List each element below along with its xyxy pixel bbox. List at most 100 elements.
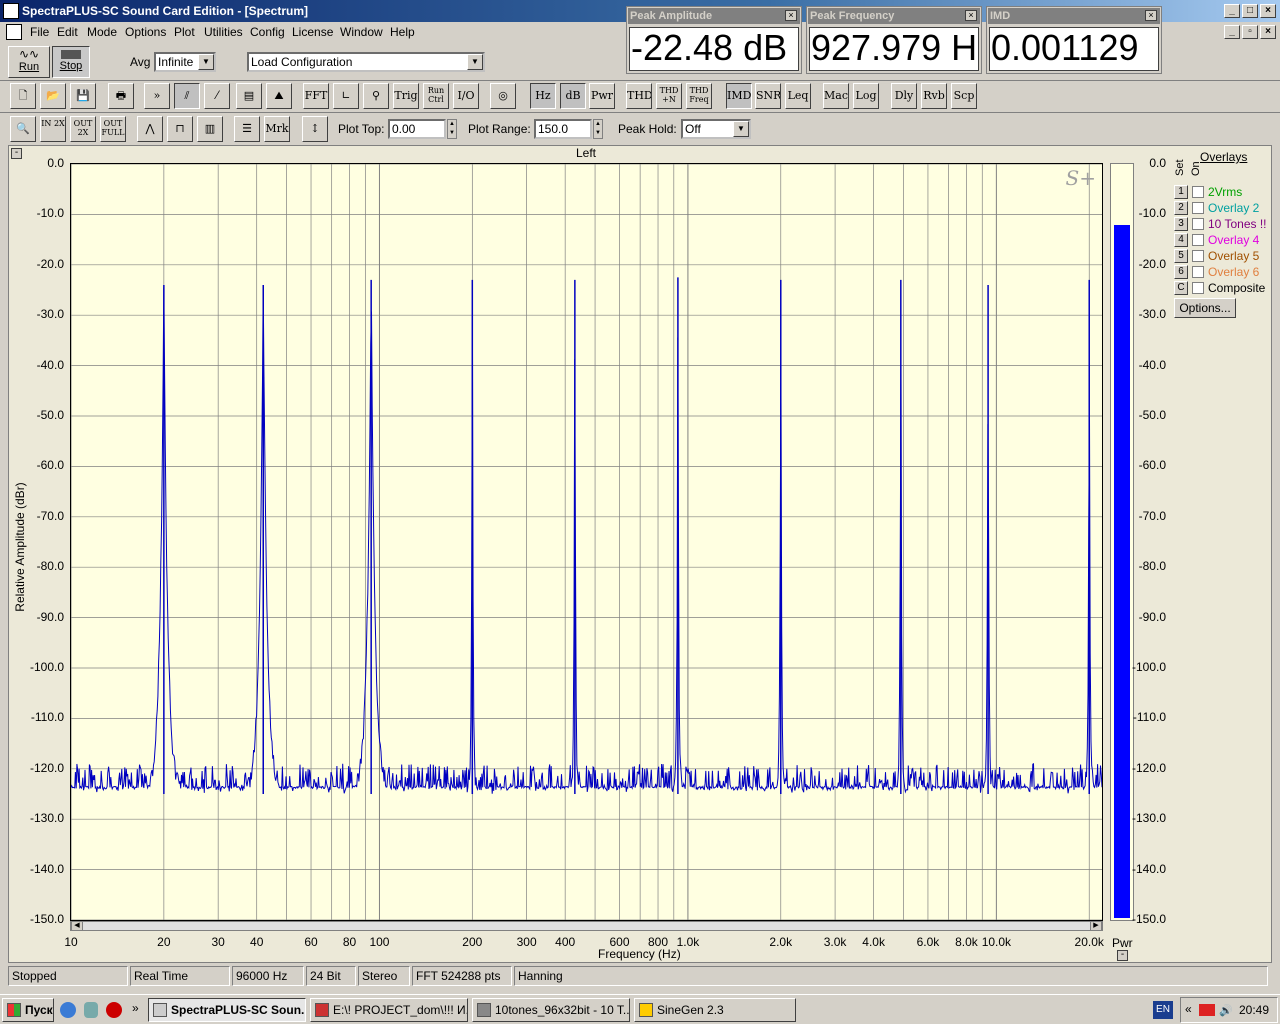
print-icon[interactable]: 🖶	[108, 83, 134, 109]
peak-marker-icon[interactable]: ⋀	[137, 116, 163, 142]
tool-icon[interactable]	[84, 1002, 98, 1018]
echo-icon[interactable]	[1199, 1004, 1215, 1016]
spectrum-mode-icon[interactable]: ⫽	[174, 83, 200, 109]
peak-frequency-close-button[interactable]: ×	[965, 10, 977, 21]
mac-button[interactable]: Mac	[823, 83, 849, 109]
signal-generator-icon[interactable]: ◎	[490, 83, 516, 109]
tray-expand-icon[interactable]: «	[1185, 1002, 1192, 1016]
language-indicator[interactable]: EN	[1153, 1001, 1173, 1019]
time-series-icon[interactable]: ⁄	[204, 83, 230, 109]
task-explorer[interactable]: E:\! PROJECT_dom\!!! И...	[310, 998, 468, 1022]
open-icon[interactable]: 📂	[40, 83, 66, 109]
mdi-close-button[interactable]: ×	[1260, 25, 1276, 39]
overlay-checkbox[interactable]	[1192, 266, 1204, 278]
stop-button[interactable]: Stop	[52, 46, 90, 78]
minimize-button[interactable]: _	[1224, 4, 1240, 18]
horizontal-scrollbar[interactable]: ◀ ▶	[70, 921, 1103, 931]
menu-mode[interactable]: Mode	[87, 25, 117, 39]
scroll-right-icon[interactable]: ▶	[1090, 921, 1102, 931]
rvb-button[interactable]: Rvb	[921, 83, 947, 109]
leq-button[interactable]: Leq	[785, 83, 811, 109]
avg-select[interactable]: Infinite ▼	[154, 52, 216, 72]
collapse-icon[interactable]: -	[1117, 950, 1128, 961]
task-sinegen[interactable]: SineGen 2.3	[634, 998, 796, 1022]
plot-range-spinner[interactable]: ▲ ▼	[593, 119, 603, 139]
mdi-restore-button[interactable]: ▫	[1242, 25, 1258, 39]
menu-edit[interactable]: Edit	[57, 25, 78, 39]
overlay-set-button[interactable]: 6	[1174, 265, 1188, 279]
peak-amplitude-close-button[interactable]: ×	[785, 10, 797, 21]
opera-icon[interactable]	[106, 1002, 122, 1018]
vertical-scale-icon[interactable]: ↕	[302, 116, 328, 142]
menu-window[interactable]: Window	[340, 25, 383, 39]
close-button[interactable]: ×	[1260, 4, 1276, 18]
menu-utilities[interactable]: Utilities	[204, 25, 243, 39]
volume-icon[interactable]: 🔊	[1219, 1004, 1233, 1017]
overlay-checkbox[interactable]	[1192, 186, 1204, 198]
mrk-button[interactable]: Mrk	[264, 116, 290, 142]
menu-help[interactable]: Help	[390, 25, 415, 39]
spectrum-plot[interactable]: S+	[70, 163, 1103, 921]
imd-button[interactable]: IMD	[726, 83, 752, 109]
quicklaunch-more-icon[interactable]: »	[132, 1001, 139, 1015]
overlay-checkbox[interactable]	[1192, 218, 1204, 230]
menu-options[interactable]: Options	[125, 25, 166, 39]
overlay-set-button[interactable]: 4	[1174, 233, 1188, 247]
fft-button[interactable]: FFT	[303, 83, 329, 109]
overlay-set-button[interactable]: 5	[1174, 249, 1188, 263]
mdi-minimize-button[interactable]: _	[1224, 25, 1240, 39]
overlay-checkbox[interactable]	[1192, 234, 1204, 246]
calibration-icon[interactable]: ⚲	[363, 83, 389, 109]
overlay-set-button[interactable]: 3	[1174, 217, 1188, 231]
overlay-checkbox[interactable]	[1192, 282, 1204, 294]
step-trace-icon[interactable]: ⊓	[167, 116, 193, 142]
run-button[interactable]: ∿∿ Run	[8, 46, 50, 78]
task-spectraplus[interactable]: SpectraPLUS-SC Soun...	[148, 998, 306, 1022]
zoom-in-2x-button[interactable]: IN 2X	[40, 116, 66, 142]
overlay-set-button[interactable]: 1	[1174, 185, 1188, 199]
menu-file[interactable]: File	[30, 25, 49, 39]
menu-plot[interactable]: Plot	[174, 25, 195, 39]
save-icon[interactable]: 💾	[70, 83, 96, 109]
axis-icon[interactable]: ∟	[333, 83, 359, 109]
bars-trace-icon[interactable]: ▥	[197, 116, 223, 142]
db-button[interactable]: dB	[560, 83, 586, 109]
table-icon[interactable]: ☰	[234, 116, 260, 142]
thd-freq-button[interactable]: THD Freq	[686, 83, 712, 109]
fast-forward-icon[interactable]: »	[144, 83, 170, 109]
zoom-out-2x-button[interactable]: OUT 2X	[70, 116, 96, 142]
overlay-set-button[interactable]: 2	[1174, 201, 1188, 215]
configuration-select[interactable]: Load Configuration ▼	[247, 52, 485, 72]
thd-n-button[interactable]: THD +N	[656, 83, 682, 109]
new-icon[interactable]: 🗋	[10, 83, 36, 109]
run-ctrl-button[interactable]: Run Ctrl	[423, 83, 449, 109]
zoom-icon[interactable]: 🔍	[10, 116, 36, 142]
hz-button[interactable]: Hz	[530, 83, 556, 109]
maximize-button[interactable]: □	[1242, 4, 1258, 18]
plot-top-input[interactable]: 0.00	[388, 119, 446, 139]
plot-top-spinner[interactable]: ▲ ▼	[447, 119, 457, 139]
task-10tones[interactable]: 10tones_96x32bit - 10 T...	[472, 998, 630, 1022]
scp-button[interactable]: Scp	[951, 83, 977, 109]
snr-button[interactable]: SNR	[755, 83, 781, 109]
3d-surface-icon[interactable]: ⛰	[266, 83, 292, 109]
scroll-left-icon[interactable]: ◀	[71, 921, 83, 931]
overlay-checkbox[interactable]	[1192, 250, 1204, 262]
zoom-out-full-button[interactable]: OUT FULL	[100, 116, 126, 142]
trig-button[interactable]: Trig	[393, 83, 419, 109]
ie-icon[interactable]	[60, 1002, 76, 1018]
plot-range-input[interactable]: 150.0	[534, 119, 592, 139]
overlay-set-button[interactable]: C	[1174, 281, 1188, 295]
start-button[interactable]: Пуск	[2, 998, 54, 1022]
thd-button[interactable]: THD	[626, 83, 652, 109]
dly-button[interactable]: Dly	[891, 83, 917, 109]
peak-hold-select[interactable]: Off ▼	[681, 119, 751, 139]
imd-close-button[interactable]: ×	[1145, 10, 1157, 21]
spectrogram-icon[interactable]: ▤	[236, 83, 262, 109]
pwr-button[interactable]: Pwr	[589, 83, 615, 109]
io-button[interactable]: I/O	[453, 83, 479, 109]
log-button[interactable]: Log	[853, 83, 879, 109]
overlay-checkbox[interactable]	[1192, 202, 1204, 214]
menu-config[interactable]: Config	[250, 25, 285, 39]
overlay-options-button[interactable]: Options...	[1174, 298, 1236, 318]
